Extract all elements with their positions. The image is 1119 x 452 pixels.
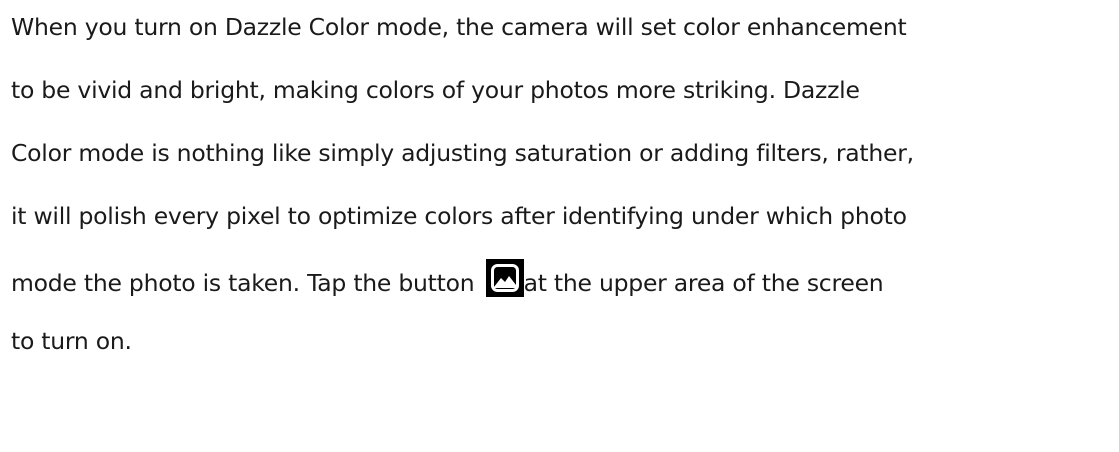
paragraph-line-3: Color mode is nothing like simply adjust… — [11, 139, 914, 167]
paragraph-line-5-text: mode the photo is taken. Tap the button — [11, 269, 482, 297]
paragraph-line-2: to be vivid and bright, making colors of… — [11, 76, 860, 104]
paragraph-line-1: When you turn on Dazzle Color mode, the … — [11, 13, 907, 41]
image-glyph-icon — [490, 264, 519, 292]
dazzle-color-image-icon — [485, 259, 524, 297]
paragraph-line-4: it will polish every pixel to optimize c… — [11, 202, 907, 230]
paragraph-line-6: to turn on. — [11, 327, 132, 355]
paragraph-line-5: mode the photo is taken. Tap the button … — [11, 259, 884, 299]
paragraph-line-5-text-after: at the upper area of the screen — [523, 269, 884, 297]
